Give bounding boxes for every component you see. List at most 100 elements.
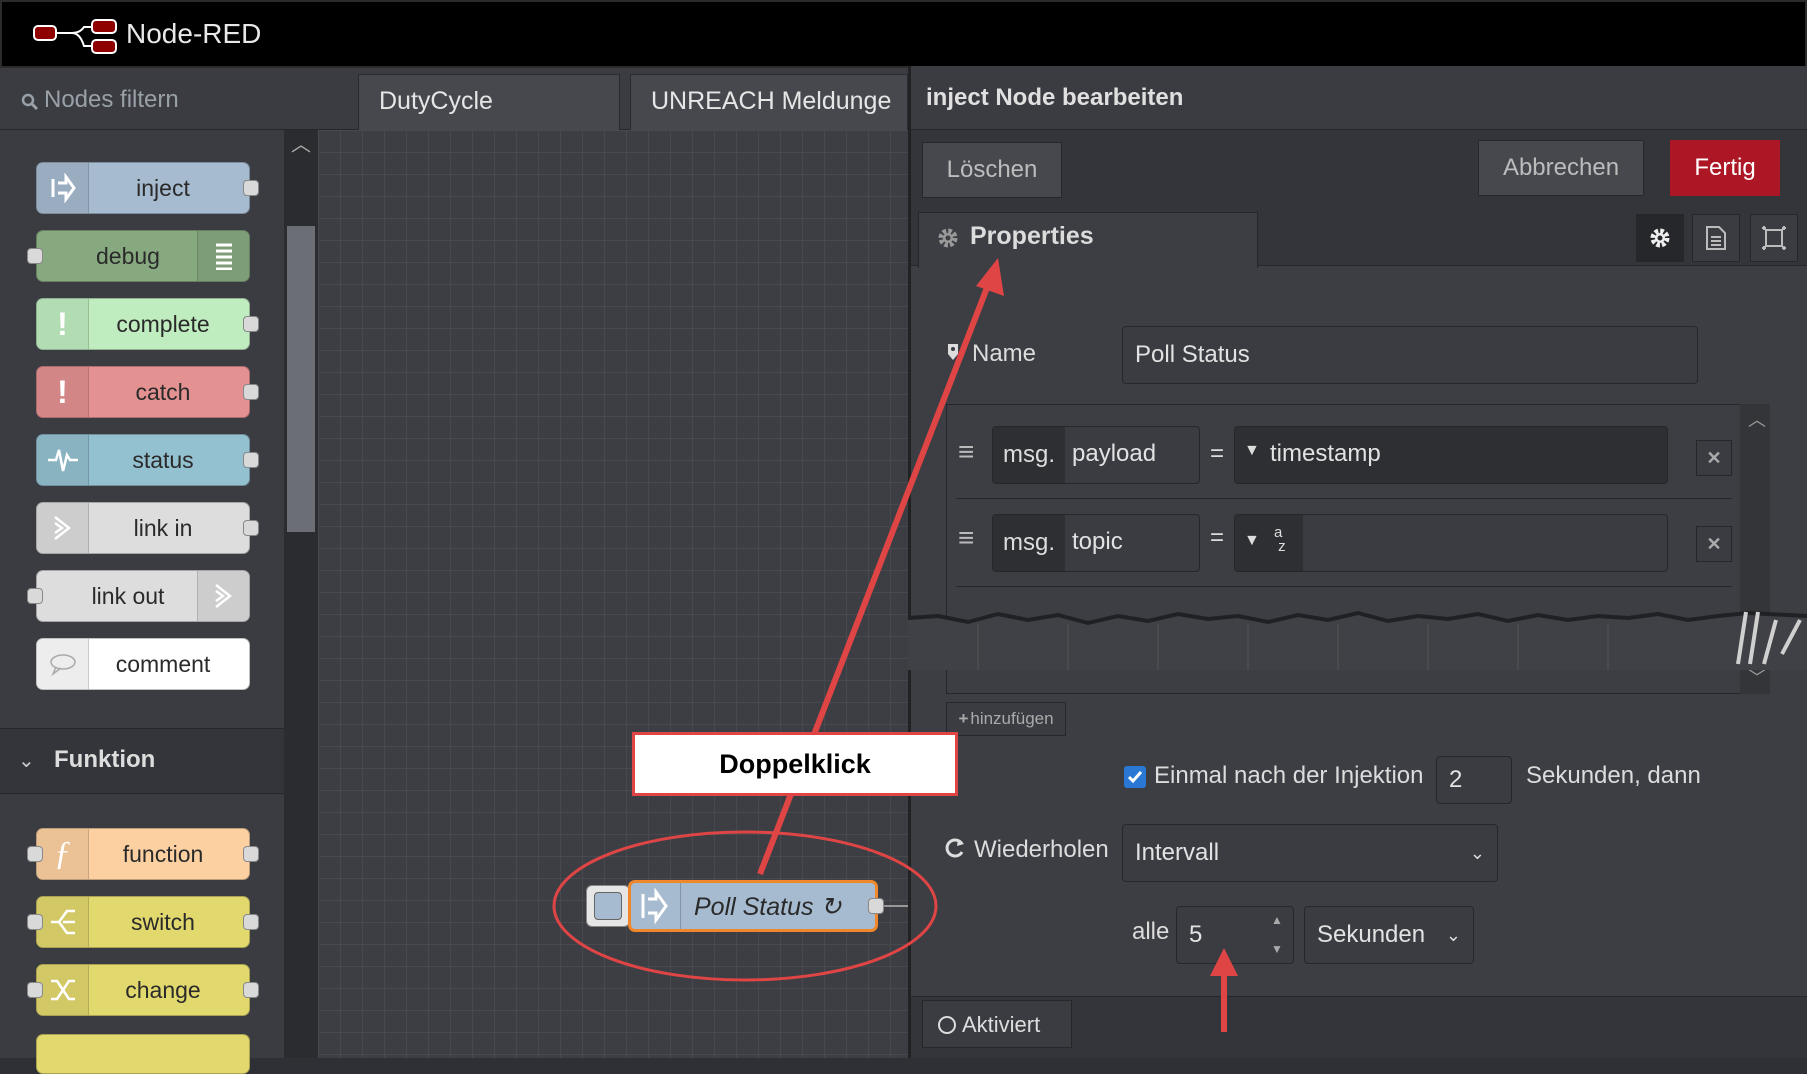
input-port: [27, 846, 43, 862]
input-port: [27, 982, 43, 998]
enabled-label: Aktiviert: [962, 1012, 1041, 1037]
row-divider: [956, 498, 1732, 499]
remove-row-button[interactable]: ✕: [1696, 526, 1732, 562]
search-icon: [21, 93, 39, 111]
inject-once-label: Einmal nach der Injektion: [1154, 762, 1424, 789]
header-bar: [0, 0, 1807, 68]
palette-category-label: Funktion: [54, 746, 156, 773]
refresh-icon: [945, 838, 964, 858]
palette-node-comment[interactable]: comment: [36, 638, 250, 690]
interval-spinner[interactable]: ▲ ▼: [1260, 906, 1294, 964]
repeat-select[interactable]: Intervall ⌄: [1122, 824, 1498, 882]
output-port[interactable]: [868, 898, 884, 914]
chevron-down-icon: ⌄: [1469, 842, 1485, 863]
delete-button[interactable]: Löschen: [922, 142, 1062, 198]
caret-down-icon[interactable]: ▼: [1244, 442, 1260, 460]
palette-node-label: switch: [131, 908, 195, 935]
checkmark-icon: [1127, 771, 1143, 784]
output-port: [243, 914, 259, 930]
inject-once-delay-input[interactable]: 2: [1436, 756, 1512, 804]
inject-arrow-icon: [37, 163, 89, 213]
heartbeat-icon: [37, 435, 89, 485]
inject-once-checkbox[interactable]: [1124, 766, 1146, 788]
tab-dutycycle[interactable]: DutyCycle: [358, 74, 620, 130]
palette-filter-input[interactable]: Nodes filtern: [44, 86, 179, 114]
exclamation-icon: !: [37, 367, 89, 417]
input-port: [27, 588, 43, 604]
callout-label: Doppelklick: [632, 732, 958, 796]
palette-node-label: function: [122, 840, 204, 867]
palette-node-switch[interactable]: switch: [27, 896, 259, 948]
spin-down-icon[interactable]: ▼: [1260, 935, 1294, 964]
inject-arrow-icon: [641, 887, 668, 925]
palette-scroll-thumb[interactable]: [287, 226, 315, 532]
spin-up-icon[interactable]: ▲: [1260, 906, 1294, 935]
property-value: timestamp: [1270, 440, 1381, 467]
chevron-down-icon[interactable]: ⌄: [18, 748, 35, 773]
inject-once-suffix: Sekunden, dann: [1526, 762, 1701, 789]
palette-node-inject[interactable]: inject: [36, 162, 259, 214]
palette-node-label: catch: [135, 378, 191, 405]
chevron-up-icon[interactable]: ︿: [1748, 406, 1766, 432]
list-lines-icon: [197, 231, 249, 281]
torn-edge-decoration: [908, 610, 1807, 670]
wire-stub: [884, 905, 908, 907]
palette-node-debug[interactable]: debug: [27, 230, 250, 282]
msg-prefix: msg.: [993, 427, 1065, 483]
drag-handle-icon[interactable]: ≡: [958, 522, 974, 554]
appearance-tab-button[interactable]: [1750, 214, 1798, 262]
settings-tab-button[interactable]: [1636, 214, 1684, 262]
repeat-label: Wiederholen: [974, 836, 1109, 863]
link-arrow-icon: [197, 571, 249, 621]
description-tab-button[interactable]: [1692, 214, 1740, 262]
output-port: [243, 982, 259, 998]
link-arrow-icon: [37, 503, 89, 553]
palette-node-label: change: [125, 976, 201, 1003]
palette-node-function[interactable]: ƒ function: [27, 828, 259, 880]
palette-node-link-out[interactable]: link out: [27, 570, 250, 622]
palette-node-label: inject: [136, 174, 190, 201]
equals-sign: =: [1210, 440, 1225, 467]
palette-node-partial[interactable]: [36, 1034, 250, 1074]
output-port: [243, 384, 259, 400]
appearance-icon: [1762, 226, 1786, 250]
repeat-select-value: Intervall: [1135, 839, 1220, 866]
add-property-button[interactable]: + hinzufügen: [946, 702, 1066, 736]
palette-node-label: link in: [133, 514, 193, 541]
flow-node-label: Poll Status ↻: [694, 893, 842, 921]
remove-row-button[interactable]: ✕: [1696, 440, 1732, 476]
tray-title: inject Node bearbeiten: [926, 84, 1184, 111]
interval-unit-value: Sekunden: [1317, 921, 1426, 948]
circle-icon: [938, 1016, 956, 1034]
exclamation-icon: !: [37, 299, 89, 349]
plus-icon: +: [958, 709, 969, 728]
equals-sign: =: [1210, 524, 1225, 551]
palette-node-change[interactable]: change: [27, 964, 259, 1016]
done-button[interactable]: Fertig: [1670, 140, 1780, 196]
speech-bubble-icon: [37, 639, 89, 689]
interval-unit-select[interactable]: Sekunden ⌄: [1304, 906, 1474, 964]
gear-icon: [1650, 228, 1670, 248]
gear-icon: [938, 228, 958, 248]
tab-unreach-meldungen[interactable]: UNREACH Meldunge: [630, 74, 908, 130]
output-port: [243, 316, 259, 332]
palette-node-label: complete: [116, 310, 210, 337]
node-red-logo: [33, 19, 117, 54]
document-icon: [1706, 226, 1726, 250]
output-port: [243, 180, 259, 196]
palette-node-status[interactable]: status: [36, 434, 259, 486]
tab-properties-label: Properties: [970, 222, 1094, 250]
palette-node-link-in[interactable]: link in: [36, 502, 259, 554]
scroll-up-icon[interactable]: ︿: [284, 130, 318, 160]
input-port: [27, 914, 43, 930]
palette-node-label: comment: [115, 650, 211, 677]
caret-down-icon[interactable]: ▼: [1244, 532, 1260, 550]
app-title: Node-RED: [126, 18, 262, 49]
palette-node-catch[interactable]: ! catch: [36, 366, 259, 418]
palette-node-complete[interactable]: ! complete: [36, 298, 259, 350]
output-port: [243, 520, 259, 536]
cancel-button[interactable]: Abbrechen: [1478, 140, 1644, 196]
inject-trigger-square[interactable]: [594, 892, 622, 920]
name-input[interactable]: Poll Status: [1122, 326, 1698, 384]
drag-handle-icon[interactable]: ≡: [958, 436, 974, 468]
